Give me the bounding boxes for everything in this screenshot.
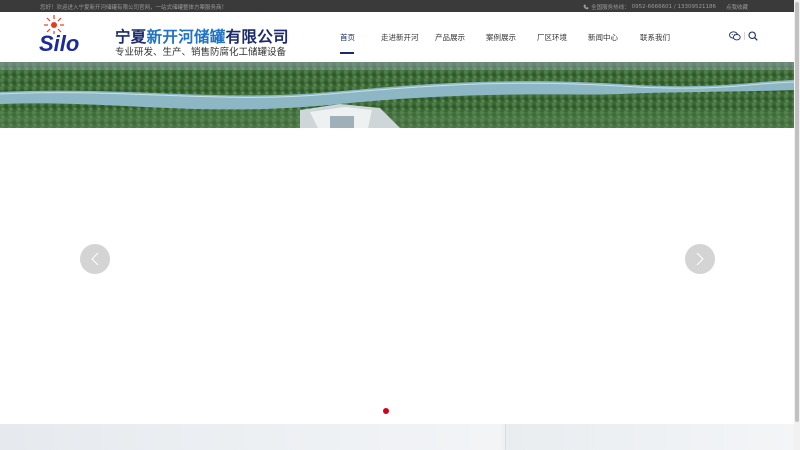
next-section-preview	[0, 424, 794, 450]
logo-wordmark: Silo	[39, 31, 79, 55]
wechat-icon[interactable]	[729, 31, 741, 41]
top-bar-right: 全国服务热线： 0952-6666601 / 13309521186 点我收藏	[583, 3, 748, 11]
search-icon[interactable]	[748, 31, 758, 41]
nav-item-contact[interactable]: 联系我们	[640, 32, 670, 43]
nav-item-cases[interactable]: 案例展示	[486, 32, 516, 43]
slider-prev-button[interactable]	[80, 244, 110, 274]
nav-item-products[interactable]: 产品展示	[435, 32, 465, 43]
page: 您好！欢迎进入宁夏新开河储罐有限公司官网，一站式储罐整体方案服务商！ 全国服务热…	[0, 0, 800, 450]
nav-item-news[interactable]: 新闻中心	[588, 32, 618, 43]
phone-icon	[583, 4, 589, 10]
hero-slider	[0, 128, 794, 424]
hotline-numbers: 0952-6666601 / 13309521186	[631, 4, 716, 10]
welcome-text: 您好！欢迎进入宁夏新开河储罐有限公司官网，一站式储罐整体方案服务商！	[40, 5, 228, 11]
chevron-left-icon	[91, 252, 99, 266]
nav-item-home[interactable]: 首页	[340, 32, 355, 43]
icon-divider	[744, 32, 745, 40]
chevron-right-icon	[696, 252, 704, 266]
header-icons	[729, 31, 758, 41]
page-scrollbar[interactable]	[794, 0, 800, 450]
scrollbar-thumb[interactable]	[795, 2, 799, 422]
nav-item-about[interactable]: 走进新开河	[381, 32, 419, 43]
section-divider	[505, 424, 506, 450]
favorite-link[interactable]: 点我收藏	[726, 3, 748, 11]
company-logo[interactable]: Silo	[38, 13, 108, 55]
top-bar: 您好！欢迎进入宁夏新开河储罐有限公司官网，一站式储罐整体方案服务商！ 全国服务热…	[0, 0, 794, 12]
slider-dot-active[interactable]	[383, 408, 389, 414]
banner-image	[0, 62, 794, 128]
company-slogan: 专业研发、生产、销售防腐化工储罐设备	[115, 47, 287, 58]
nav-active-indicator	[340, 52, 354, 54]
slider-next-button[interactable]	[685, 244, 715, 274]
nav-item-factory[interactable]: 厂区环境	[537, 32, 567, 43]
hotline-label: 全国服务热线：	[591, 5, 630, 11]
